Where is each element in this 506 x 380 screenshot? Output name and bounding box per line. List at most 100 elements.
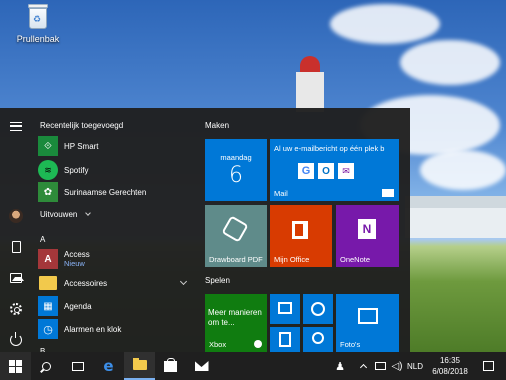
task-view-icon xyxy=(71,361,84,371)
clock-date: 6/08/2018 xyxy=(432,367,468,376)
onenote-label: OneNote xyxy=(340,255,371,264)
cloud xyxy=(400,40,500,85)
clock-time: 16:35 xyxy=(439,356,461,365)
tile-movies[interactable] xyxy=(270,294,300,324)
xbox-label: Xbox xyxy=(209,340,227,349)
tile-calendar[interactable]: maandag 6 xyxy=(205,139,267,201)
alarm-icon: ◷ xyxy=(38,319,58,339)
mail-icon xyxy=(194,361,209,371)
expand-recent-button[interactable]: Uitvouwen xyxy=(40,210,91,219)
yahoo-mail-icon: ✉ xyxy=(338,163,354,179)
app-surinaamse-gerechten[interactable]: ✿ Surinaamse Gerechten xyxy=(38,181,194,203)
cloud xyxy=(420,150,506,190)
people-button[interactable]: ♟ xyxy=(330,352,350,380)
film-icon xyxy=(278,302,292,314)
lighthouse-image xyxy=(292,56,328,112)
taskbar: e ♟ ◁) NLD 16:35 6/08/2018 xyxy=(0,352,506,380)
tile-onenote[interactable]: N OneNote xyxy=(336,205,399,267)
speaker-icon: ◁) xyxy=(391,360,403,372)
recently-added-heading: Recentelijk toegevoegd xyxy=(40,121,124,130)
start-menu: Recentelijk toegevoegd ⟐ HP Smart ≋ Spot… xyxy=(0,108,410,356)
outlook-icon: O xyxy=(318,163,334,179)
start-button[interactable] xyxy=(0,352,31,380)
task-view-button[interactable] xyxy=(62,352,93,380)
settings-button[interactable] xyxy=(0,296,32,322)
app-label: Accessoires xyxy=(64,278,108,288)
app-list: Recentelijk toegevoegd ⟐ HP Smart ≋ Spot… xyxy=(34,108,194,356)
app-label: Alarmen en klok xyxy=(64,324,122,334)
chevron-up-icon xyxy=(359,363,367,372)
edge-button[interactable]: e xyxy=(93,352,124,380)
tiles-area: Maken maandag 6 Al uw e-mailbericht op é… xyxy=(198,108,410,352)
tile-groove[interactable] xyxy=(303,294,333,324)
envelope-icon xyxy=(382,189,394,197)
expand-menu-button[interactable] xyxy=(0,113,32,139)
tile-mail[interactable]: Al uw e-mailbericht op één plek b G O ✉ … xyxy=(270,139,399,201)
calendar-day: maandag xyxy=(220,153,252,162)
app-label: Agenda xyxy=(64,301,92,311)
mail-header: Al uw e-mailbericht op één plek b xyxy=(274,144,385,153)
user-account-button[interactable] xyxy=(0,203,32,229)
app-access[interactable]: A Access Nieuw xyxy=(38,248,194,270)
calendar-date: 6 xyxy=(229,163,243,188)
access-icon: A xyxy=(38,249,58,269)
recycle-bin-shortcut[interactable]: ♻ Prullenbak xyxy=(12,4,64,48)
photo-icon xyxy=(358,308,378,324)
calendar-icon: ▦ xyxy=(38,296,58,316)
search-button[interactable] xyxy=(31,352,62,380)
tile-camera[interactable] xyxy=(303,327,333,352)
file-explorer-button[interactable] xyxy=(124,352,155,380)
tile-drawboard-pdf[interactable]: Drawboard PDF xyxy=(205,205,267,267)
search-icon xyxy=(42,361,51,371)
new-badge: Nieuw xyxy=(64,259,85,268)
tile-photos[interactable]: Foto's xyxy=(336,294,399,352)
app-agenda[interactable]: ▦ Agenda xyxy=(38,295,194,317)
group-title-spelen: Spelen xyxy=(205,276,230,285)
hamburger-icon xyxy=(10,121,22,131)
gear-icon xyxy=(10,303,22,315)
document-icon xyxy=(11,241,21,253)
recycle-bin-label: Prullenbak xyxy=(16,34,60,44)
volume-button[interactable]: ◁) xyxy=(389,352,405,380)
xbox-promo-text: Meer manieren om te... xyxy=(208,308,262,327)
language-indicator: NLD xyxy=(406,361,423,371)
edge-icon: e xyxy=(103,357,114,375)
notification-icon xyxy=(482,361,494,371)
people-icon: ♟ xyxy=(335,360,345,373)
app-spotify[interactable]: ≋ Spotify xyxy=(38,159,194,181)
onenote-icon: N xyxy=(358,219,376,239)
action-center-button[interactable] xyxy=(478,352,498,380)
documents-button[interactable] xyxy=(0,234,32,260)
show-hidden-icons-button[interactable] xyxy=(356,352,370,380)
app-hp-smart[interactable]: ⟐ HP Smart xyxy=(38,135,194,157)
expand-label: Uitvouwen xyxy=(40,210,78,219)
recipe-icon: ✿ xyxy=(38,182,58,202)
section-letter-a[interactable]: A xyxy=(40,235,45,244)
office-icon xyxy=(292,221,308,239)
pictures-icon xyxy=(10,273,24,283)
drawboard-icon xyxy=(221,215,249,243)
power-button[interactable] xyxy=(0,327,32,353)
office-label: Mijn Office xyxy=(274,255,310,264)
language-button[interactable]: NLD xyxy=(406,352,424,380)
access-name: Access xyxy=(64,250,90,259)
mail-button[interactable] xyxy=(186,352,217,380)
app-label: Surinaamse Gerechten xyxy=(64,187,147,197)
store-button[interactable] xyxy=(155,352,186,380)
tile-xbox[interactable]: Meer manieren om te... Xbox xyxy=(205,294,267,352)
network-button[interactable] xyxy=(372,352,388,380)
tile-mijn-office[interactable]: Mijn Office xyxy=(270,205,332,267)
windows-logo-icon xyxy=(9,359,22,373)
avatar xyxy=(9,209,23,223)
pictures-button[interactable] xyxy=(0,265,32,291)
power-icon xyxy=(10,332,22,346)
group-title-maken: Maken xyxy=(205,121,230,130)
tile-calculator[interactable] xyxy=(270,327,300,352)
app-alarmen-en-klok[interactable]: ◷ Alarmen en klok xyxy=(38,318,194,340)
spotify-icon: ≋ xyxy=(38,160,58,180)
app-label: HP Smart xyxy=(64,141,99,151)
network-icon xyxy=(374,362,386,370)
app-accessoires[interactable]: Accessoires xyxy=(38,272,194,294)
cloud xyxy=(330,4,440,44)
clock[interactable]: 16:35 6/08/2018 xyxy=(424,355,476,377)
